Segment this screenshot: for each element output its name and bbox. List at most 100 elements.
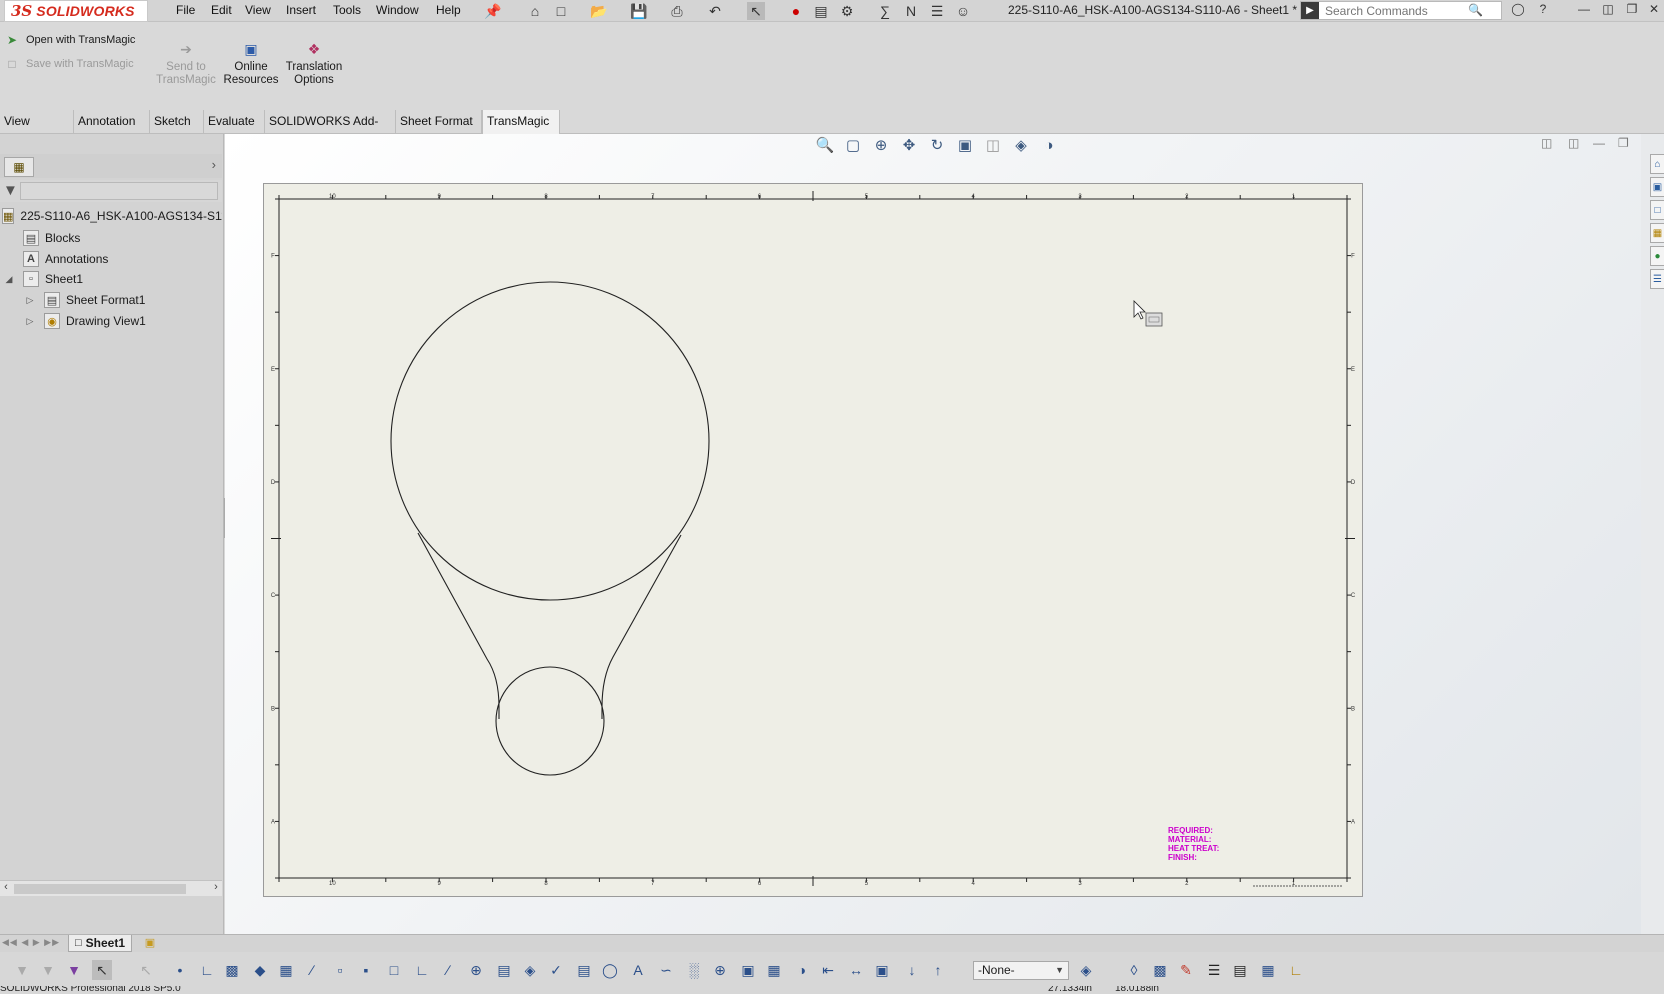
search-icon[interactable]: 🔍 bbox=[1468, 3, 1483, 17]
file-properties-icon[interactable]: ▤ bbox=[812, 2, 830, 20]
tree-horizontal-scrollbar[interactable]: ‹ › bbox=[0, 880, 222, 896]
axis-icon[interactable]: ∟ bbox=[197, 960, 217, 980]
doc-restore-button[interactable]: ❐ bbox=[1618, 136, 1629, 150]
online-resources-button[interactable]: ▣ Online Resources bbox=[220, 40, 282, 87]
solidworks-logo[interactable]: 3S SOLIDWORKS bbox=[4, 0, 148, 22]
minimize-button[interactable]: — bbox=[1574, 2, 1594, 20]
expand-arrow-icon[interactable]: ▷ bbox=[24, 295, 36, 306]
viewport-split-icon[interactable]: ◫ bbox=[1568, 136, 1579, 150]
line-weight-icon[interactable]: ☰ bbox=[1204, 960, 1224, 980]
menu-edit[interactable]: Edit bbox=[211, 3, 232, 17]
view-settings-globe-icon[interactable]: ◑ bbox=[1039, 135, 1059, 155]
sheet-tab-sheet1[interactable]: □ Sheet1 bbox=[68, 935, 133, 952]
filter-icon[interactable]: ▼ bbox=[3, 182, 18, 199]
tree-root-drawing[interactable]: ▦ 225-S110-A6_HSK-A100-AGS134-S110- bbox=[0, 206, 222, 226]
face-icon[interactable]: ▫ bbox=[330, 960, 350, 980]
select-arrow-icon[interactable]: ↖ bbox=[747, 2, 765, 20]
close-button[interactable]: ✕ bbox=[1644, 2, 1664, 20]
viewport-layout-icon[interactable]: ◫ bbox=[1541, 136, 1552, 150]
open-with-transmagic-button[interactable]: ➤ Open with TransMagic bbox=[4, 32, 135, 48]
zoom-to-fit-icon[interactable]: 🔍 bbox=[815, 135, 835, 155]
point-icon[interactable]: • bbox=[170, 960, 190, 980]
view-palette-icon[interactable]: ▦ bbox=[1650, 223, 1664, 243]
solidworks-resources-icon[interactable]: ⌂ bbox=[1650, 154, 1664, 174]
filter-input[interactable] bbox=[20, 182, 218, 200]
send-to-transmagic-button[interactable]: ➔ Send to TransMagic bbox=[155, 40, 217, 87]
open-folder-icon[interactable]: 📂 bbox=[590, 2, 608, 20]
tab-evaluate[interactable]: Evaluate bbox=[204, 110, 265, 134]
menu-window[interactable]: Window bbox=[376, 3, 419, 17]
tab-sketch[interactable]: Sketch bbox=[150, 110, 204, 134]
sensor-icon[interactable]: ◑ bbox=[792, 960, 812, 980]
line-thickness-icon[interactable]: ▩ bbox=[1150, 960, 1170, 980]
move-icon[interactable]: ▣ bbox=[872, 960, 892, 980]
doc-minimize-button[interactable]: — bbox=[1593, 136, 1605, 150]
options-gear-icon[interactable]: ⚙ bbox=[838, 2, 856, 20]
menu-file[interactable]: File bbox=[176, 3, 195, 17]
surface-icon[interactable]: ◆ bbox=[250, 960, 270, 980]
hide-show-items-icon[interactable]: ◈ bbox=[1011, 135, 1031, 155]
vertex-icon[interactable]: ▪ bbox=[356, 960, 376, 980]
tab-solidworks-add-ins[interactable]: SOLIDWORKS Add-Ins bbox=[265, 110, 396, 151]
hide-show-edges-icon[interactable]: ▦ bbox=[1258, 960, 1278, 980]
lock-icon[interactable]: ↑ bbox=[928, 960, 948, 980]
scroll-left-icon[interactable]: ‹ bbox=[0, 881, 12, 893]
table-icon[interactable]: ▦ bbox=[764, 960, 784, 980]
custom-properties-icon[interactable]: ☰ bbox=[1650, 269, 1664, 289]
translation-options-button[interactable]: ❖ Translation Options bbox=[283, 40, 345, 87]
zoom-to-area-icon[interactable]: ▢ bbox=[843, 135, 863, 155]
expand-arrow-icon[interactable]: ▷ bbox=[24, 316, 36, 327]
collapse-arrow-icon[interactable]: ◢ bbox=[3, 274, 15, 285]
barcode-icon[interactable]: ☰ bbox=[928, 2, 946, 20]
dimension-icon[interactable]: ∕ bbox=[438, 960, 458, 980]
sheet-nav-arrows-icon[interactable]: ◀◀ ◀ ▶ ▶▶ bbox=[2, 937, 60, 948]
block-icon[interactable]: ▣ bbox=[738, 960, 758, 980]
undo-icon[interactable]: ↶ bbox=[706, 2, 724, 20]
tab-transmagic[interactable]: TransMagic bbox=[482, 110, 560, 134]
tab-annotation[interactable]: Annotation bbox=[74, 110, 150, 134]
menu-help[interactable]: Help bbox=[436, 3, 461, 17]
new-document-icon[interactable]: □ bbox=[552, 2, 570, 20]
search-commands-box[interactable]: ▶ 🔍 bbox=[1300, 1, 1502, 20]
chevron-right-icon[interactable]: › bbox=[212, 157, 216, 172]
add-sheet-icon[interactable]: ▣ bbox=[140, 936, 160, 951]
drawing-sheet[interactable]: 1010998877665544332211F FE ED DC CB BA A REQUI… bbox=[263, 183, 1363, 897]
scrollbar-thumb[interactable] bbox=[14, 884, 186, 894]
file-explorer-icon[interactable]: □ bbox=[1650, 200, 1664, 220]
tree-item-blocks[interactable]: ▤ Blocks bbox=[0, 228, 222, 248]
user-toolbar-icon[interactable]: ☺ bbox=[954, 2, 972, 20]
tree-item-annotations[interactable]: A Annotations bbox=[0, 249, 222, 269]
filter-edges-icon[interactable]: ▼ bbox=[38, 960, 58, 980]
line-style-icon[interactable]: ✎ bbox=[1176, 960, 1196, 980]
rebuild-traffic-light-icon[interactable]: ● bbox=[787, 2, 805, 20]
design-library-icon[interactable]: ▣ bbox=[1650, 177, 1664, 197]
menu-tools[interactable]: Tools bbox=[333, 3, 361, 17]
hatch-icon[interactable]: ░ bbox=[684, 960, 704, 980]
datum-icon[interactable]: ▤ bbox=[494, 960, 514, 980]
help-question-icon[interactable]: ? bbox=[1533, 2, 1553, 20]
tree-item-sheet-format1[interactable]: ▷ ▤ Sheet Format1 bbox=[0, 290, 222, 310]
edge-icon[interactable]: ∕ bbox=[302, 960, 322, 980]
select-other-icon[interactable]: ↖ bbox=[136, 960, 156, 980]
annotation-select-icon[interactable]: ⊕ bbox=[466, 960, 486, 980]
sketch-point-icon[interactable]: ∟ bbox=[412, 960, 432, 980]
align-center-icon[interactable]: ↔ bbox=[846, 960, 866, 980]
filter-faces-icon[interactable]: ▼ bbox=[64, 960, 84, 980]
align-left-icon[interactable]: ⇤ bbox=[818, 960, 838, 980]
search-scope-icon[interactable]: ▶ bbox=[1301, 2, 1319, 19]
select-cursor-icon[interactable]: ↖ bbox=[92, 960, 112, 980]
weld-icon[interactable]: ◈ bbox=[520, 960, 540, 980]
chevron-down-icon[interactable]: ▼ bbox=[1055, 962, 1064, 979]
redraw-icon[interactable]: ↻ bbox=[927, 135, 947, 155]
restore-button[interactable]: ❐ bbox=[1622, 2, 1642, 20]
tree-item-drawing-view1[interactable]: ▷ ◉ Drawing View1 bbox=[0, 311, 222, 331]
spline-icon[interactable]: ∽ bbox=[656, 960, 676, 980]
save-icon[interactable]: 💾 bbox=[630, 2, 648, 20]
tab-view-layout[interactable]: View Layout bbox=[0, 110, 74, 151]
feature-manager-tree-icon[interactable]: ▦ bbox=[4, 157, 34, 177]
section-view-icon[interactable]: ◫ bbox=[983, 135, 1003, 155]
color-display-mode-icon[interactable]: ∟ bbox=[1286, 960, 1306, 980]
save-with-transmagic-button[interactable]: □ Save with TransMagic bbox=[4, 56, 133, 72]
network-icon[interactable]: N bbox=[902, 2, 920, 20]
plane-icon[interactable]: ▩ bbox=[222, 960, 242, 980]
